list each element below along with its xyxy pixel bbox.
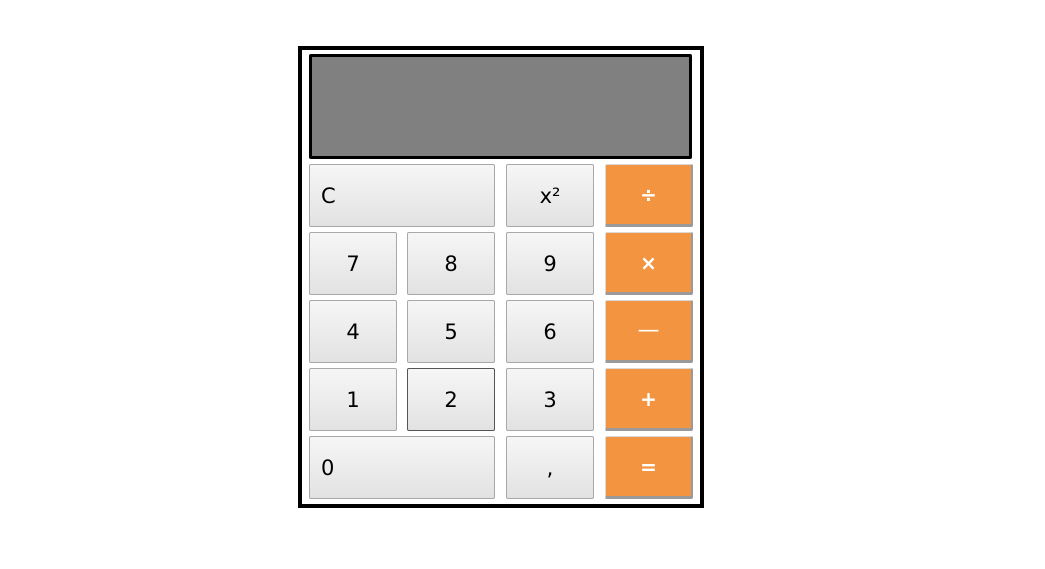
- subtract-button[interactable]: —: [605, 300, 693, 363]
- digit-5-button[interactable]: 5: [407, 300, 495, 363]
- digit-1-button[interactable]: 1: [309, 368, 397, 431]
- digit-9-button[interactable]: 9: [506, 232, 594, 295]
- calculator: C x² ÷ 7 8 9 × 4 5 6 — 1 2 3 + 0 , =: [298, 46, 704, 508]
- equals-button[interactable]: =: [605, 436, 693, 499]
- calculator-display: [309, 54, 692, 159]
- decimal-button[interactable]: ,: [506, 436, 594, 499]
- digit-2-button[interactable]: 2: [407, 368, 495, 431]
- add-button[interactable]: +: [605, 368, 693, 431]
- clear-button[interactable]: C: [309, 164, 495, 227]
- digit-6-button[interactable]: 6: [506, 300, 594, 363]
- divide-button[interactable]: ÷: [605, 164, 693, 227]
- digit-7-button[interactable]: 7: [309, 232, 397, 295]
- multiply-button[interactable]: ×: [605, 232, 693, 295]
- digit-8-button[interactable]: 8: [407, 232, 495, 295]
- digit-0-button[interactable]: 0: [309, 436, 495, 499]
- digit-4-button[interactable]: 4: [309, 300, 397, 363]
- digit-3-button[interactable]: 3: [506, 368, 594, 431]
- calculator-body: C x² ÷ 7 8 9 × 4 5 6 — 1 2 3 + 0 , =: [302, 50, 700, 504]
- square-button[interactable]: x²: [506, 164, 594, 227]
